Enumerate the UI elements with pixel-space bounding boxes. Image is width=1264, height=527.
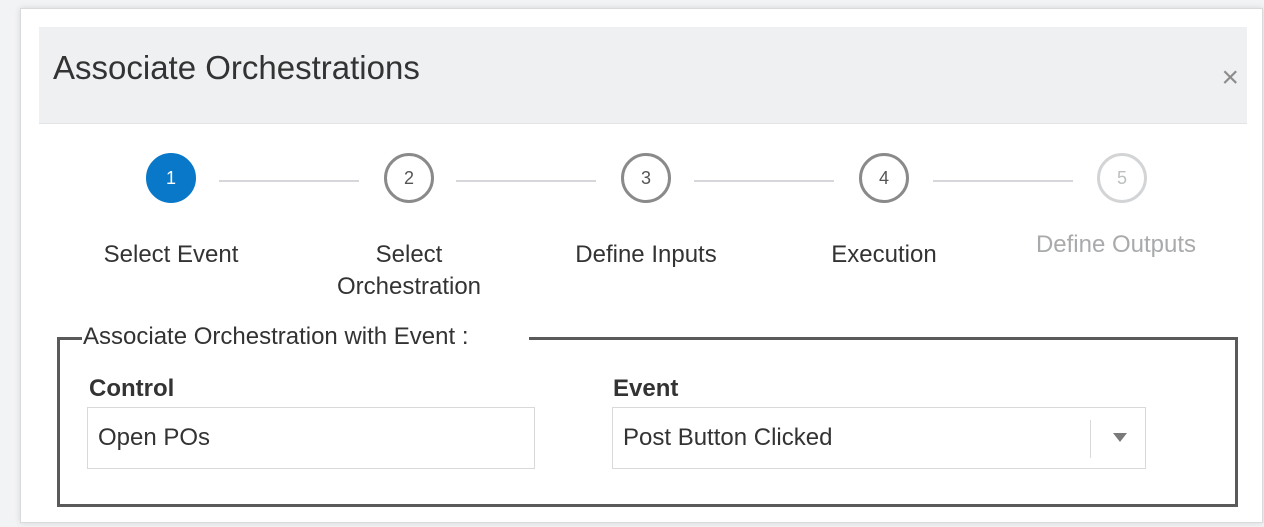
wizard-stepper: 1 Select Event 2 Select Orchestration 3 … [21, 9, 1264, 309]
step-connector [456, 180, 596, 182]
step-4-indicator[interactable]: 4 [859, 153, 909, 203]
step-3-label: Define Inputs [575, 241, 717, 268]
group-legend: Associate Orchestration with Event : [83, 323, 469, 350]
chevron-down-icon[interactable] [1113, 433, 1127, 442]
event-value: Post Button Clicked [623, 424, 833, 451]
associate-orchestrations-dialog: Associate Orchestrations × 1 Select Even… [20, 8, 1263, 523]
control-value: Open POs [98, 424, 211, 451]
step-connector [694, 180, 834, 182]
step-2-indicator[interactable]: 2 [384, 153, 434, 203]
dropdown-divider [1090, 420, 1091, 458]
event-label: Event [613, 375, 679, 402]
step-number: 2 [403, 167, 414, 188]
step-5-label: Define Outputs [1035, 231, 1197, 258]
step-1-indicator[interactable]: 1 [146, 153, 196, 203]
control-field[interactable]: Open POs [87, 407, 535, 469]
step-number: 3 [640, 167, 651, 188]
step-2-label: Select Orchestration [336, 241, 482, 300]
step-number: 4 [878, 167, 889, 188]
step-4-label: Execution [831, 241, 937, 268]
step-connector [933, 180, 1073, 182]
step-5-indicator: 5 [1097, 153, 1147, 203]
step-number: 5 [1116, 167, 1127, 188]
group-border-top [57, 337, 82, 340]
step-number: 1 [165, 167, 176, 188]
step-3-indicator[interactable]: 3 [621, 153, 671, 203]
group-border-top [529, 337, 1238, 340]
control-label: Control [89, 375, 175, 402]
event-dropdown[interactable]: Post Button Clicked [612, 407, 1146, 469]
step-1-label: Select Event [103, 241, 239, 268]
step-connector [219, 180, 359, 182]
